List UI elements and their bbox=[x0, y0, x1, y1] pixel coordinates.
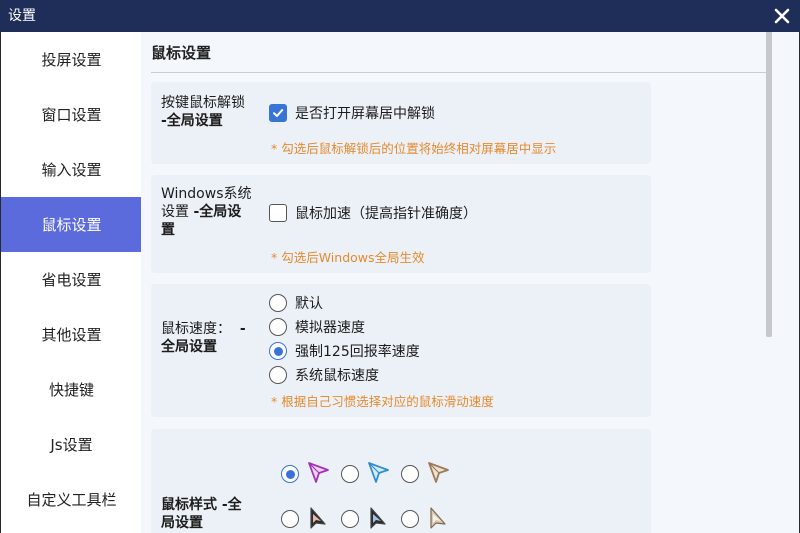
speed-option-system[interactable]: 系统鼠标速度 bbox=[269, 365, 379, 385]
sidebar-item-shortcuts[interactable]: 快捷键 bbox=[1, 362, 142, 417]
arrow-cursor-blue-icon bbox=[368, 462, 389, 483]
cursor-style-card: 鼠标样式 -全 局设置 bbox=[151, 429, 651, 533]
arrow-cursor-purple-icon bbox=[308, 462, 329, 483]
speed-setting-label: 鼠标速度： - 全局设置 bbox=[161, 321, 246, 355]
title-bar: 设置 bbox=[0, 0, 800, 32]
arrow-cursor-tan-icon bbox=[428, 462, 449, 483]
radio-selected-icon bbox=[269, 342, 287, 360]
radio-unselected-icon bbox=[281, 510, 299, 528]
checkbox-unchecked-icon bbox=[269, 204, 287, 222]
cursor-style-label: 鼠标样式 -全 局设置 bbox=[161, 497, 242, 531]
radio-unselected-icon bbox=[401, 465, 419, 483]
speed-option-emulator[interactable]: 模拟器速度 bbox=[269, 317, 365, 337]
radio-unselected-icon bbox=[269, 318, 287, 336]
radio-selected-icon bbox=[281, 465, 299, 483]
window-title: 设置 bbox=[8, 8, 36, 24]
windows-note: * 勾选后Windows全局生效 bbox=[271, 250, 425, 265]
center-unlock-checkbox[interactable]: 是否打开屏幕居中解锁 bbox=[269, 103, 435, 123]
sidebar-item-power-saving[interactable]: 省电设置 bbox=[1, 252, 142, 307]
unlock-setting-card: 按键鼠标解锁 -全局设置 是否打开屏幕居中解锁 * 勾选后鼠标解锁后的位置将始终… bbox=[151, 82, 651, 164]
center-unlock-label: 是否打开屏幕居中解锁 bbox=[295, 106, 435, 122]
close-icon[interactable] bbox=[772, 6, 792, 26]
cursor-style-option-3[interactable] bbox=[401, 461, 461, 487]
scrollbar-thumb[interactable] bbox=[766, 32, 772, 337]
cursor-style-option-5[interactable] bbox=[341, 506, 401, 532]
radio-unselected-icon bbox=[341, 465, 359, 483]
mouse-acceleration-label: 鼠标加速（提高指针准确度） bbox=[295, 206, 477, 222]
page-title: 鼠标设置 bbox=[151, 44, 212, 62]
checkbox-checked-icon bbox=[269, 104, 287, 122]
cursor-style-option-2[interactable] bbox=[341, 461, 401, 487]
speed-note: * 根据自己习惯选择对应的鼠标滑动速度 bbox=[271, 394, 494, 409]
sidebar-item-other[interactable]: 其他设置 bbox=[1, 307, 142, 362]
windows-setting-card: Windows系统 设置 -全局设 置 鼠标加速（提高指针准确度） * 勾选后W… bbox=[151, 175, 651, 273]
speed-option-force-125hz[interactable]: 强制125回报率速度 bbox=[269, 341, 420, 361]
sidebar-item-window[interactable]: 窗口设置 bbox=[1, 87, 142, 142]
pointer-cursor-beige-icon bbox=[430, 507, 446, 529]
pointer-cursor-dark-red-icon bbox=[310, 507, 326, 529]
radio-unselected-icon bbox=[269, 294, 287, 312]
cursor-style-option-6[interactable] bbox=[401, 506, 461, 532]
mouse-acceleration-checkbox[interactable]: 鼠标加速（提高指针准确度） bbox=[269, 203, 477, 223]
sidebar-item-input[interactable]: 输入设置 bbox=[1, 142, 142, 197]
sidebar-item-mouse[interactable]: 鼠标设置 bbox=[1, 197, 142, 252]
cursor-style-option-1[interactable] bbox=[281, 461, 341, 487]
speed-option-default[interactable]: 默认 bbox=[269, 293, 323, 313]
sidebar-item-js[interactable]: Js设置 bbox=[1, 417, 142, 472]
pointer-cursor-dark-blue-icon bbox=[370, 507, 386, 529]
sidebar-item-screen-cast[interactable]: 投屏设置 bbox=[1, 32, 142, 87]
sidebar: 投屏设置 窗口设置 输入设置 鼠标设置 省电设置 其他设置 快捷键 Js设置 自… bbox=[0, 32, 142, 533]
title-divider bbox=[151, 72, 771, 73]
unlock-note: * 勾选后鼠标解锁后的位置将始终相对屏幕居中显示 bbox=[271, 141, 557, 156]
unlock-setting-label: 按键鼠标解锁 -全局设置 bbox=[161, 95, 245, 129]
radio-unselected-icon bbox=[269, 366, 287, 384]
windows-setting-label: Windows系统 设置 -全局设 置 bbox=[161, 186, 252, 238]
speed-setting-card: 鼠标速度： - 全局设置 默认 模拟器速度 强制125回报率速度 系统鼠标速度 … bbox=[151, 284, 651, 417]
radio-unselected-icon bbox=[401, 510, 419, 528]
radio-unselected-icon bbox=[341, 510, 359, 528]
sidebar-item-custom-toolbar[interactable]: 自定义工具栏 bbox=[1, 472, 142, 527]
settings-panel: 鼠标设置 按键鼠标解锁 -全局设置 是否打开屏幕居中解锁 * 勾选后鼠标解锁后的… bbox=[141, 32, 800, 533]
cursor-style-option-4[interactable] bbox=[281, 506, 341, 532]
